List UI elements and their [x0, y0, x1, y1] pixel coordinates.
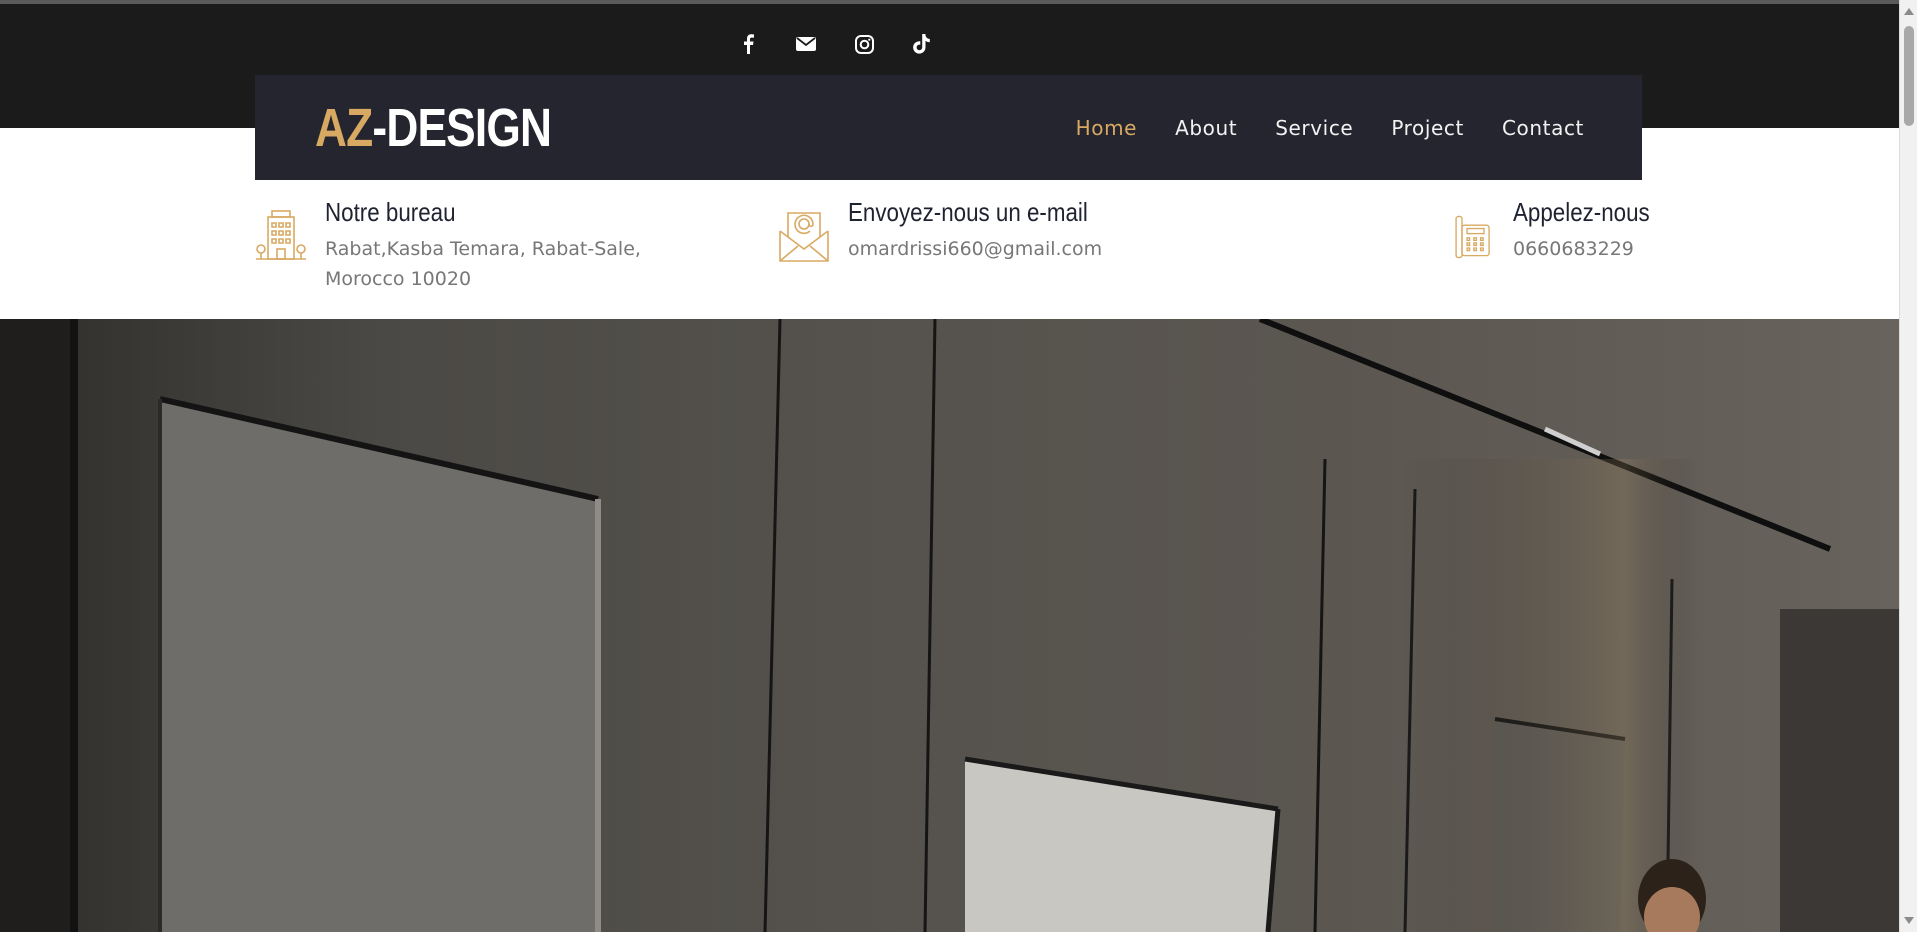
- info-office-title: Notre bureau: [325, 197, 456, 227]
- info-email-title: Envoyez-nous un e-mail: [848, 197, 1088, 227]
- nav-link-contact[interactable]: Contact: [1502, 116, 1584, 140]
- scroll-up-arrow-icon[interactable]: [1904, 8, 1914, 15]
- office-photo: [0, 319, 1899, 932]
- social-links: [736, 32, 934, 56]
- info-email-text[interactable]: omardrissi660@gmail.com: [848, 234, 1127, 264]
- envelope-icon[interactable]: [794, 32, 818, 56]
- nav-link-service[interactable]: Service: [1275, 116, 1353, 140]
- nav-link-about[interactable]: About: [1175, 116, 1237, 140]
- instagram-icon[interactable]: [852, 32, 876, 56]
- scroll-down-arrow-icon[interactable]: [1904, 917, 1914, 924]
- info-office-text: Rabat,Kasba Temara, Rabat-Sale, Morocco …: [325, 238, 641, 290]
- page-scrollbar[interactable]: [1899, 0, 1917, 932]
- telephone-icon: [1455, 215, 1490, 259]
- logo-rest: -DESIGN: [372, 97, 552, 158]
- building-icon: [256, 210, 306, 260]
- tiktok-icon[interactable]: [910, 32, 934, 56]
- nav-link-home[interactable]: Home: [1076, 116, 1137, 140]
- facebook-icon[interactable]: [736, 32, 760, 56]
- info-phone: Appelez-nous 0660683229: [1451, 195, 1672, 267]
- main-navbar: AZ-DESIGN Home About Service Project Con…: [255, 75, 1642, 180]
- info-email: Envoyez-nous un e-mail omardrissi660@gma…: [778, 195, 1127, 267]
- contact-info-bar: Notre bureau Rabat,Kasba Temara, Rabat-S…: [255, 195, 1650, 305]
- logo-accent: AZ: [315, 97, 373, 158]
- site-logo[interactable]: AZ-DESIGN: [315, 97, 552, 159]
- mail-icon: [779, 212, 829, 262]
- info-phone-title: Appelez-nous: [1513, 197, 1650, 227]
- info-phone-text[interactable]: 0660683229: [1513, 234, 1672, 264]
- scrollbar-thumb[interactable]: [1904, 26, 1914, 126]
- page-viewport: AZ-DESIGN Home About Service Project Con…: [0, 0, 1899, 932]
- nav-menu: Home About Service Project Contact: [1076, 116, 1584, 140]
- nav-link-project[interactable]: Project: [1391, 116, 1464, 140]
- info-office: Notre bureau Rabat,Kasba Temara, Rabat-S…: [255, 195, 641, 294]
- hero-image: [0, 319, 1899, 932]
